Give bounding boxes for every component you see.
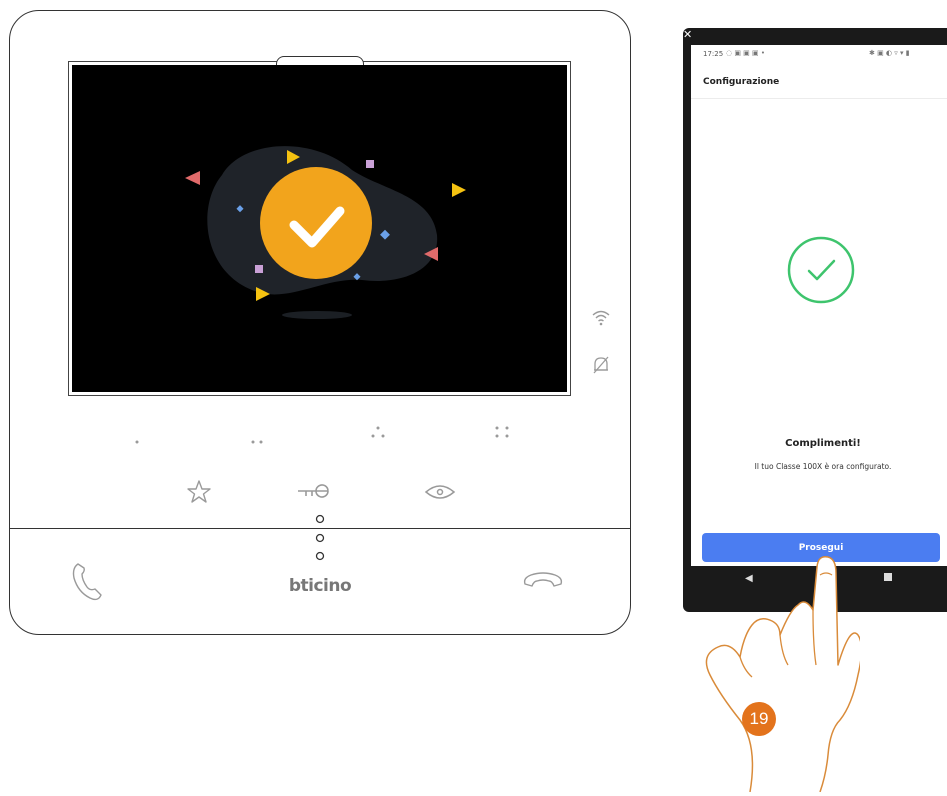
hang-up-icon[interactable] <box>521 570 565 596</box>
status-time: 17:25 <box>703 50 724 58</box>
status-bar: 17:25 ◌ ▣ ▣ ▣ • ✱ ▣ ◐ ▿ ▾ ▮ <box>691 45 947 65</box>
app-bar-title: Configurazione <box>703 77 780 87</box>
success-message: Il tuo Classe 100X è ora configurato. <box>754 462 892 471</box>
step-number-badge: 19 <box>742 702 776 736</box>
wifi-icon <box>591 309 611 331</box>
eye-icon[interactable] <box>424 483 456 505</box>
shortcut-button-4[interactable] <box>494 425 510 445</box>
phone-screen <box>691 45 947 592</box>
shortcut-button-2[interactable] <box>250 432 266 451</box>
star-icon[interactable] <box>186 479 212 507</box>
hand-pointer-illustration <box>700 555 863 796</box>
recents-icon[interactable] <box>884 573 892 581</box>
success-illustration <box>185 146 466 319</box>
success-title: Complimenti! <box>785 438 861 449</box>
brand-text: bticino <box>289 576 351 595</box>
bell-off-icon <box>591 355 611 379</box>
answer-phone-icon[interactable] <box>70 562 104 606</box>
app-bar-divider <box>691 98 947 99</box>
checkmark-circle <box>260 167 372 279</box>
shortcut-button-3[interactable] <box>370 425 386 445</box>
microphone-holes <box>314 514 326 566</box>
status-system-icons: ✱ ▣ ◐ ▿ ▾ ▮ <box>869 49 910 57</box>
brand-logo: bticino <box>278 575 362 596</box>
intercom-screen <box>72 65 567 392</box>
success-check-icon <box>786 235 856 309</box>
shortcut-button-1[interactable] <box>134 432 142 451</box>
status-notification-icons: ◌ ▣ ▣ ▣ • <box>726 49 765 57</box>
key-icon[interactable] <box>296 482 344 504</box>
close-x-icon: ✕ <box>683 28 693 41</box>
